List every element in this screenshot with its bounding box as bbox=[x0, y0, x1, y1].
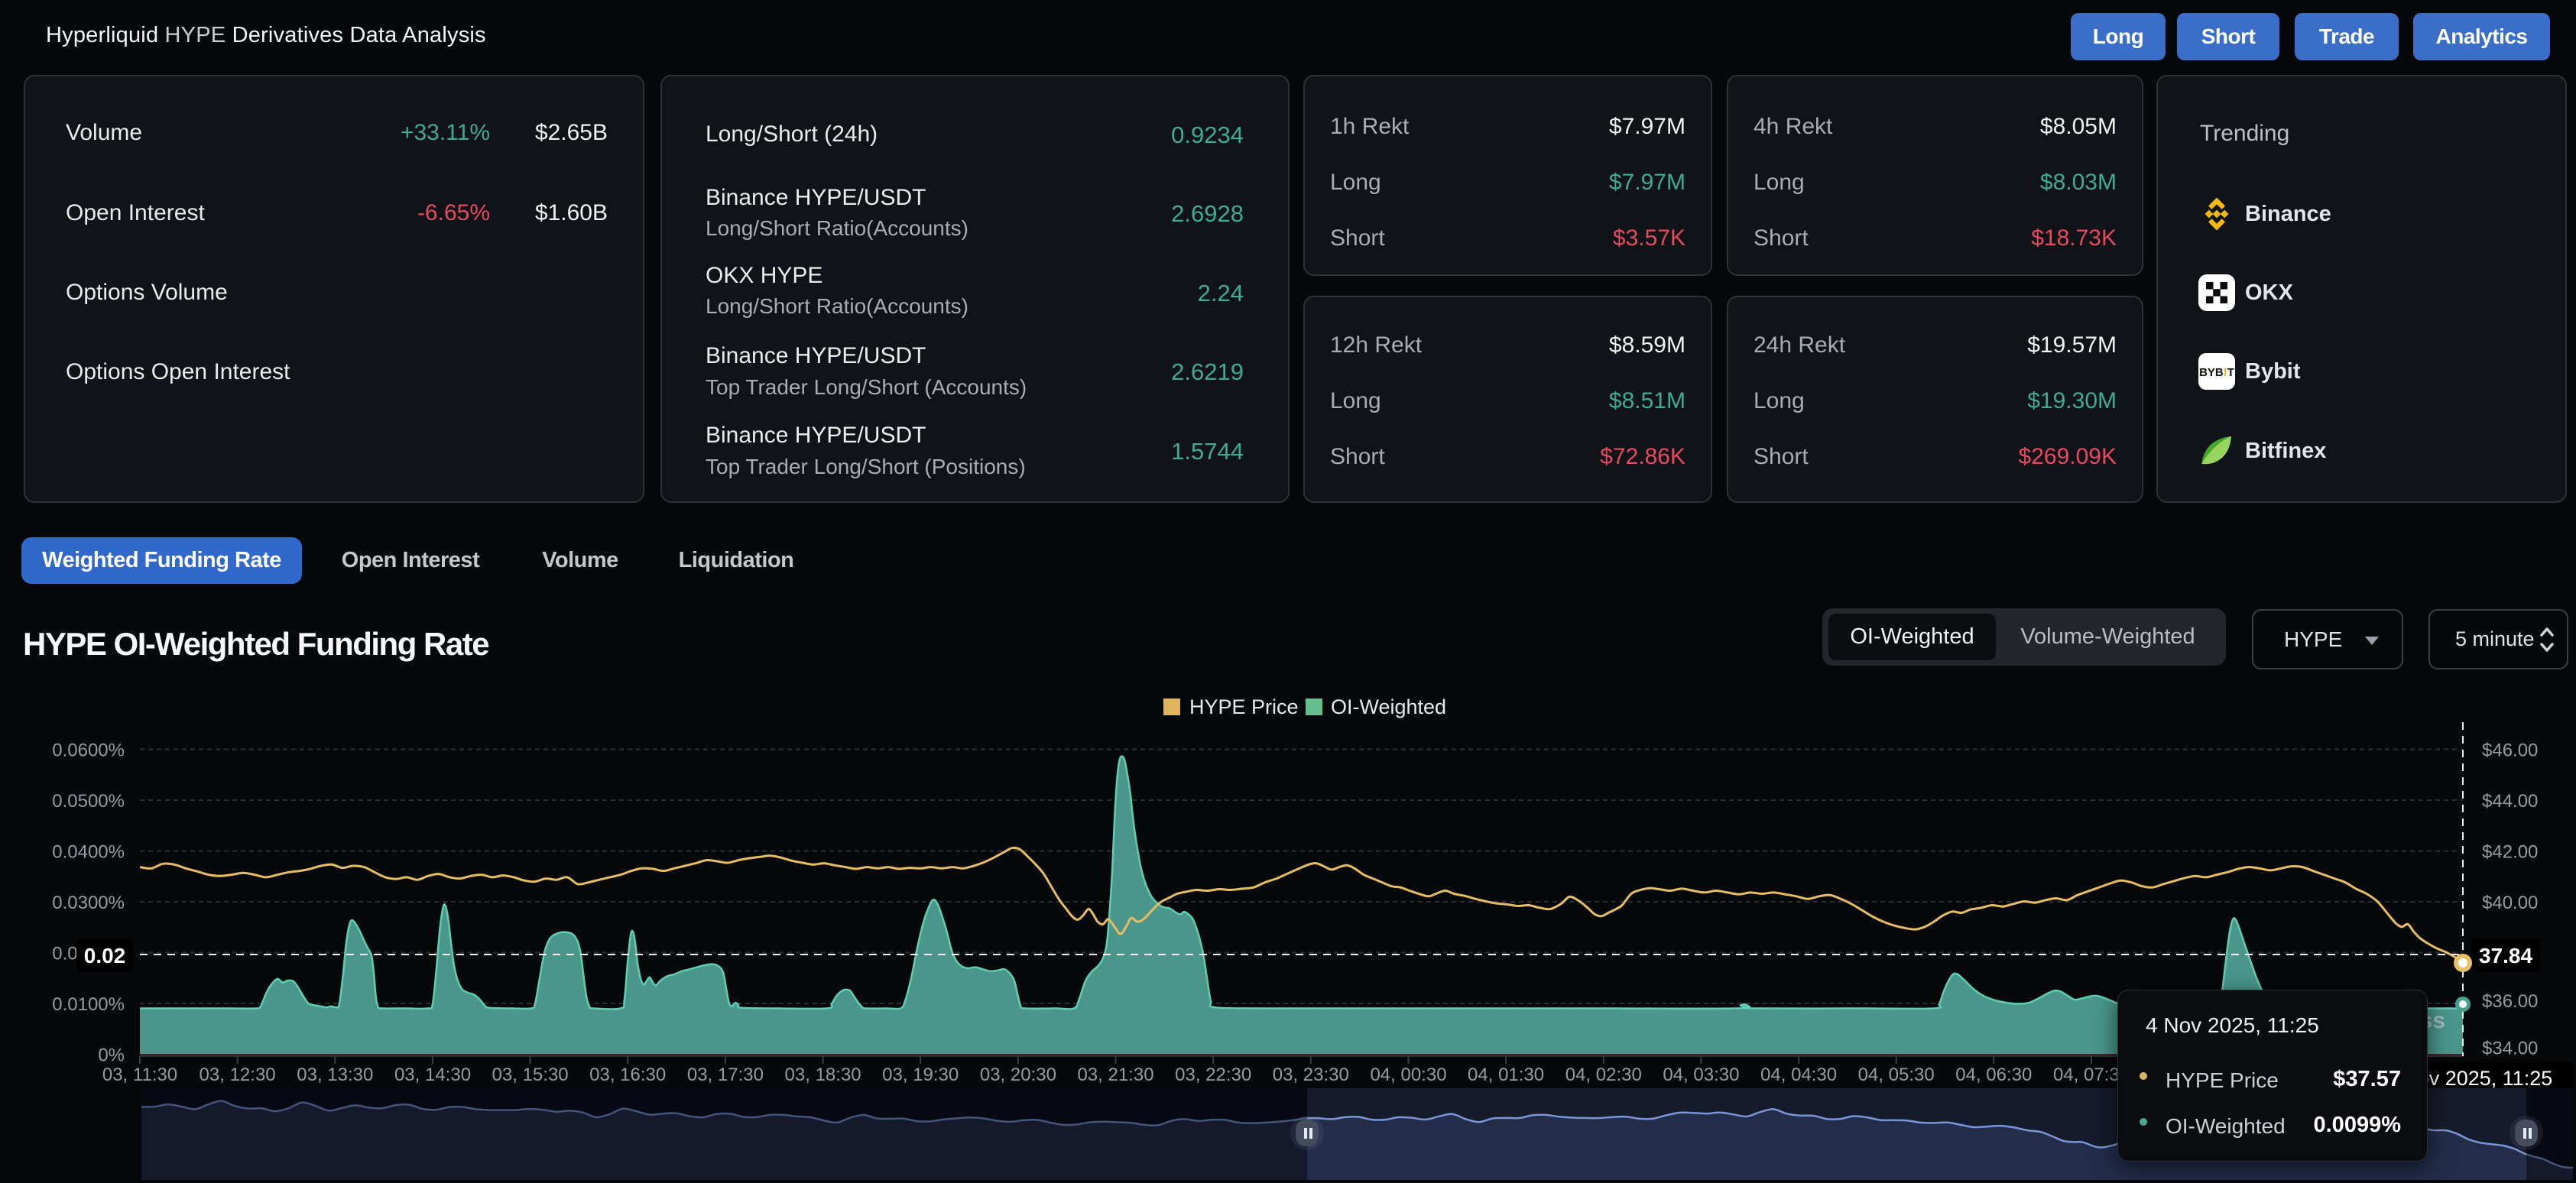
svg-text:$40.00: $40.00 bbox=[2482, 893, 2538, 913]
svg-text:04, 04:30: 04, 04:30 bbox=[1760, 1065, 1837, 1085]
svg-text:04, 03:30: 04, 03:30 bbox=[1663, 1065, 1739, 1085]
svg-text:03, 14:30: 03, 14:30 bbox=[394, 1065, 471, 1085]
svg-text:03, 11:30: 03, 11:30 bbox=[102, 1065, 177, 1085]
svg-text:03, 15:30: 03, 15:30 bbox=[492, 1065, 569, 1085]
svg-text:0.0500%: 0.0500% bbox=[52, 791, 125, 812]
svg-text:03, 21:30: 03, 21:30 bbox=[1077, 1065, 1153, 1085]
svg-text:0.0600%: 0.0600% bbox=[52, 741, 125, 761]
svg-text:04, 02:30: 04, 02:30 bbox=[1565, 1065, 1642, 1085]
svg-text:03, 18:30: 03, 18:30 bbox=[785, 1065, 861, 1085]
svg-text:$42.00: $42.00 bbox=[2482, 842, 2538, 863]
svg-text:$36.00: $36.00 bbox=[2482, 991, 2538, 1012]
svg-text:04, 06:30: 04, 06:30 bbox=[1955, 1065, 2032, 1085]
svg-text:03, 20:30: 03, 20:30 bbox=[980, 1065, 1056, 1085]
svg-text:0.0100%: 0.0100% bbox=[52, 994, 125, 1015]
svg-text:0%: 0% bbox=[98, 1045, 125, 1066]
svg-text:04, 00:30: 04, 00:30 bbox=[1370, 1065, 1446, 1085]
svg-text:04, 05:30: 04, 05:30 bbox=[1858, 1065, 1935, 1085]
svg-text:03, 13:30: 03, 13:30 bbox=[297, 1065, 373, 1085]
svg-text:0.0400%: 0.0400% bbox=[52, 842, 125, 863]
svg-text:03, 12:30: 03, 12:30 bbox=[200, 1065, 276, 1085]
svg-text:03, 16:30: 03, 16:30 bbox=[589, 1065, 666, 1085]
svg-text:0.02: 0.02 bbox=[84, 944, 126, 967]
svg-text:03, 19:30: 03, 19:30 bbox=[882, 1065, 959, 1085]
svg-text:$44.00: $44.00 bbox=[2482, 791, 2538, 812]
svg-text:03, 23:30: 03, 23:30 bbox=[1273, 1065, 1349, 1085]
svg-text:37.84: 37.84 bbox=[2479, 944, 2532, 967]
svg-text:03, 17:30: 03, 17:30 bbox=[687, 1065, 764, 1085]
svg-text:04, 01:30: 04, 01:30 bbox=[1468, 1065, 1544, 1085]
svg-text:$34.00: $34.00 bbox=[2482, 1039, 2538, 1059]
svg-text:$46.00: $46.00 bbox=[2482, 741, 2538, 761]
svg-text:0.0300%: 0.0300% bbox=[52, 893, 125, 913]
svg-text:BYB!T: BYB!T bbox=[2199, 366, 2234, 379]
svg-text:03, 22:30: 03, 22:30 bbox=[1175, 1065, 1251, 1085]
